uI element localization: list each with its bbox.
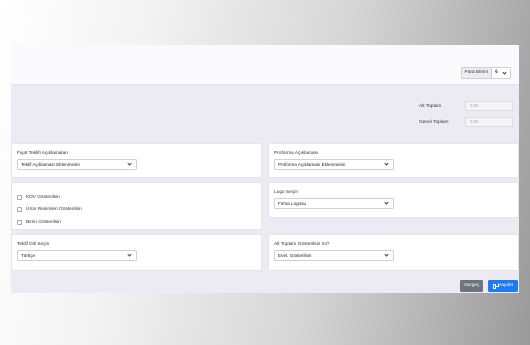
grand-total-label: Genel Toplam [419, 119, 449, 125]
language-select[interactable]: Türkçe [17, 250, 137, 261]
subtotal-visibility-value: Evet, Gösterilsin [278, 253, 312, 258]
logo-value: Firma Logosu [278, 201, 307, 206]
logo-label: Logo Seçin [274, 190, 299, 195]
subtotal-input[interactable]: 0.00 [465, 101, 513, 111]
currency-label: Para Birimi [460, 67, 491, 79]
language-value: Türkçe [21, 253, 36, 258]
subtotal-row: Alt Toplam 0.00 [419, 101, 513, 111]
subtotal-label: Alt Toplam [419, 103, 442, 109]
currency-value: ₺ [495, 70, 499, 75]
grand-total-row: Genel Toplam 0.00 [419, 117, 513, 127]
chevron-down-icon [502, 69, 507, 75]
cancel-button[interactable]: Vazgeç [460, 280, 483, 292]
subtotal-visibility-label: Alt Toplam Gösterilsin mi? [274, 242, 330, 247]
currency-group: Para Birimi ₺ [460, 67, 511, 79]
offer-description-select[interactable]: Teklif Açıklaması Eklenmesin [17, 159, 137, 170]
show-product-images-label: Ürün Resimleri Gösterilsin [26, 207, 82, 213]
option-show-product-images[interactable]: Ürün Resimleri Gösterilsin [17, 204, 82, 217]
proforma-description-card: Proforma Açıklaması Proforma Açıklaması … [268, 143, 519, 178]
save-icon [493, 283, 499, 289]
chevron-down-icon [384, 252, 389, 257]
currency-select[interactable]: ₺ [491, 67, 511, 79]
language-label: Teklif Dili Seçin [17, 242, 50, 247]
subtotal-visibility-select[interactable]: Evet, Gösterilsin [274, 250, 394, 261]
offer-description-card: Fiyat Teklifi Açıklamaları Teklif Açıkla… [11, 143, 262, 178]
save-button[interactable]: Kaydet [488, 280, 518, 292]
chevron-down-icon [127, 161, 132, 166]
offer-description-value: Teklif Açıklaması Eklenmesin [21, 162, 80, 167]
chevron-down-icon [127, 252, 132, 257]
offer-description-label: Fiyat Teklifi Açıklamaları [17, 151, 69, 156]
chevron-down-icon [384, 200, 389, 205]
show-vat-checkbox[interactable] [17, 194, 22, 200]
show-product-images-checkbox[interactable] [17, 207, 22, 213]
logo-card: Logo Seçin Firma Logosu [268, 182, 519, 218]
show-unit-label: Birim Gösterilsin [26, 219, 61, 225]
grand-total-input[interactable]: 0.00 [465, 117, 513, 127]
proforma-description-value: Proforma Açıklaması Eklenmesin [278, 162, 346, 167]
option-show-unit[interactable]: Birim Gösterilsin [17, 216, 82, 229]
proforma-description-label: Proforma Açıklaması [274, 151, 319, 156]
show-vat-label: KDV Gösterilsin [26, 194, 60, 200]
offer-settings-panel: Para Birimi ₺ Alt Toplam 0.00 Genel Topl… [11, 45, 519, 293]
show-unit-checkbox[interactable] [17, 219, 22, 225]
display-options-list: KDV Gösterilsin Ürün Resimleri Gösterils… [17, 191, 82, 229]
language-card: Teklif Dili Seçin Türkçe [11, 234, 262, 271]
proforma-description-select[interactable]: Proforma Açıklaması Eklenmesin [274, 159, 394, 170]
option-show-vat[interactable]: KDV Gösterilsin [17, 191, 82, 204]
save-button-label: Kaydet [498, 283, 513, 288]
header-card: Para Birimi ₺ [11, 45, 519, 85]
subtotal-visibility-card: Alt Toplam Gösterilsin mi? Evet, Gösteri… [268, 234, 519, 271]
chevron-down-icon [384, 161, 389, 166]
logo-select[interactable]: Firma Logosu [274, 198, 394, 209]
display-options-card: KDV Gösterilsin Ürün Resimleri Gösterils… [11, 182, 262, 230]
